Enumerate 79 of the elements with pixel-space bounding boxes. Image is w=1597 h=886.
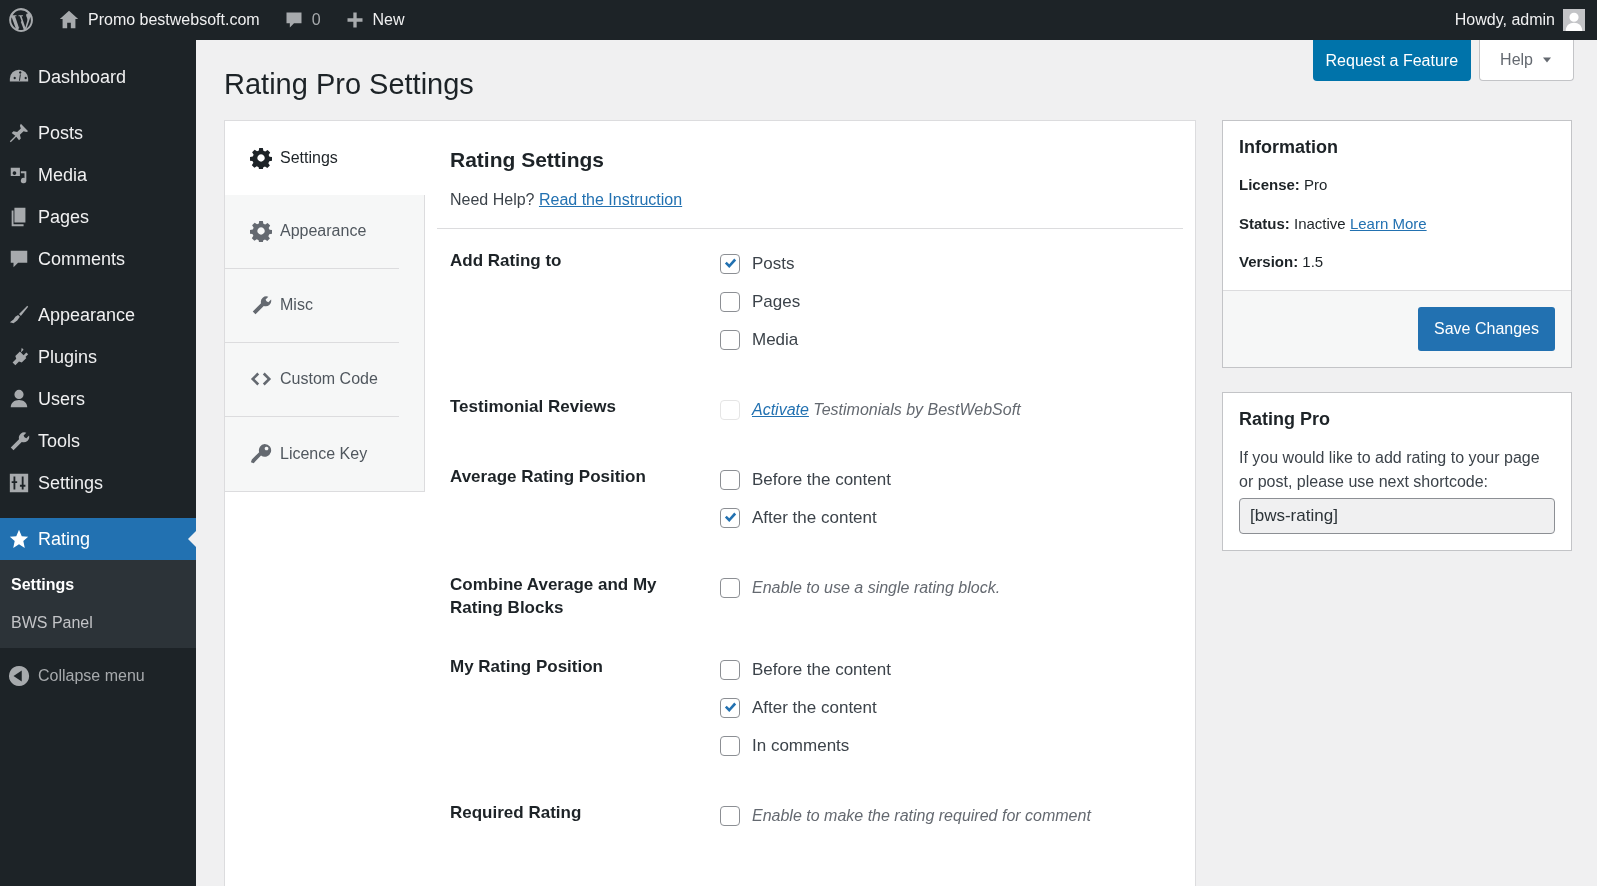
avatar-icon (1563, 9, 1585, 31)
option-label: In comments (752, 735, 850, 758)
menu-item[interactable]: Pages (0, 196, 196, 238)
checkbox[interactable] (720, 292, 740, 312)
menu-item[interactable]: Settings (0, 462, 196, 504)
home-icon (58, 9, 80, 31)
setting-label: My Rating Position (450, 656, 604, 678)
account-link[interactable]: Howdy, admin (1454, 8, 1585, 32)
setting-label: Add Rating to (450, 250, 563, 272)
checkbox[interactable] (720, 806, 740, 826)
help-button[interactable]: Help (1479, 40, 1574, 81)
submenu-item[interactable]: Settings (0, 566, 196, 604)
checkbox[interactable] (720, 736, 740, 756)
paintbrush-icon (8, 304, 30, 326)
menu-item[interactable]: Users (0, 378, 196, 420)
comments-link[interactable]: 0 (283, 8, 321, 32)
checkbox[interactable] (720, 470, 740, 490)
save-changes-button[interactable]: Save Changes (1418, 306, 1555, 351)
settings-tab[interactable]: Misc (225, 268, 399, 343)
option-label: Pages (752, 291, 801, 314)
settings-tab[interactable]: Custom Code (225, 342, 399, 417)
checkbox[interactable] (720, 508, 740, 528)
pushpin-icon (8, 122, 30, 144)
box-title: Rating Pro (1239, 408, 1331, 431)
menu-item[interactable]: Posts (0, 112, 196, 154)
instruction-link[interactable]: Read the Instruction (538, 191, 683, 208)
option-description: Enable to make the rating required for comment (752, 806, 1091, 826)
gear-icon (250, 220, 272, 243)
wordpress-logo-icon (8, 7, 34, 33)
checkbox[interactable] (720, 330, 740, 350)
back-arrow-icon (8, 665, 30, 687)
menu-item[interactable]: Comments (0, 238, 196, 280)
section-title: Rating Settings (450, 146, 605, 172)
menu-item[interactable]: Plugins (0, 336, 196, 378)
checkbox[interactable] (720, 254, 740, 274)
wrench-icon (250, 294, 272, 317)
setting-label: Average Rating Position (450, 466, 647, 488)
option-label: After the content (752, 697, 877, 720)
setting-label: Combine Average and My Rating Blocks (450, 574, 658, 619)
setting-label: Required Rating (450, 802, 583, 824)
learn-more-link[interactable]: Learn More (1349, 214, 1427, 232)
star-icon (8, 528, 30, 550)
menu-item[interactable]: Media (0, 154, 196, 196)
setting-label: Testimonial Reviews (450, 396, 617, 418)
option-label: Posts (752, 253, 795, 276)
new-link[interactable]: New (344, 8, 405, 32)
checkbox[interactable] (720, 660, 740, 680)
gear-icon (250, 146, 272, 169)
submenu-item[interactable]: BWS Panel (0, 604, 196, 642)
site-name-link[interactable]: Promo bestwebsoft.com (58, 8, 260, 32)
settings-tab[interactable]: Licence Key (225, 416, 399, 491)
menu-item[interactable]: Appearance (0, 294, 196, 336)
user-icon (8, 388, 30, 410)
settings-tab[interactable]: Appearance (225, 194, 399, 269)
help-text: Need Help? Read the Instruction (437, 188, 1183, 229)
option-description: Activate Testimonials by BestWebSoft (752, 400, 1021, 420)
info-line: License: Pro (1238, 175, 1329, 196)
settings-tab[interactable]: Settings (225, 120, 425, 195)
checkbox[interactable] (720, 578, 740, 598)
menu-item[interactable]: Dashboard (0, 56, 196, 98)
option-label: Before the content (752, 469, 891, 492)
request-feature-button[interactable]: Request a Feature (1312, 40, 1472, 81)
option-label: Media (752, 329, 799, 352)
info-line: Status: Inactive Learn More (1238, 213, 1428, 234)
option-label: After the content (752, 507, 877, 530)
option-description: Enable to use a single rating block. (752, 578, 1001, 598)
option-label: Before the content (752, 659, 891, 682)
menu-item[interactable]: Rating (0, 518, 196, 560)
shortcode-field[interactable]: [bws-rating] (1239, 498, 1555, 534)
checkbox[interactable] (720, 698, 740, 718)
wrench-icon (8, 430, 30, 452)
collapse-menu-button[interactable]: Collapse menu (0, 652, 196, 700)
info-line: Version: 1.5 (1238, 252, 1325, 273)
shortcode-text: If you would like to add rating to your page or post, please use next shortcode: (1239, 448, 1541, 493)
page-title: Rating Pro Settings (224, 67, 475, 102)
menu-item[interactable]: Tools (0, 420, 196, 462)
box-title: Information (1238, 135, 1339, 159)
key-icon (250, 442, 272, 465)
sliders-icon (8, 472, 30, 494)
